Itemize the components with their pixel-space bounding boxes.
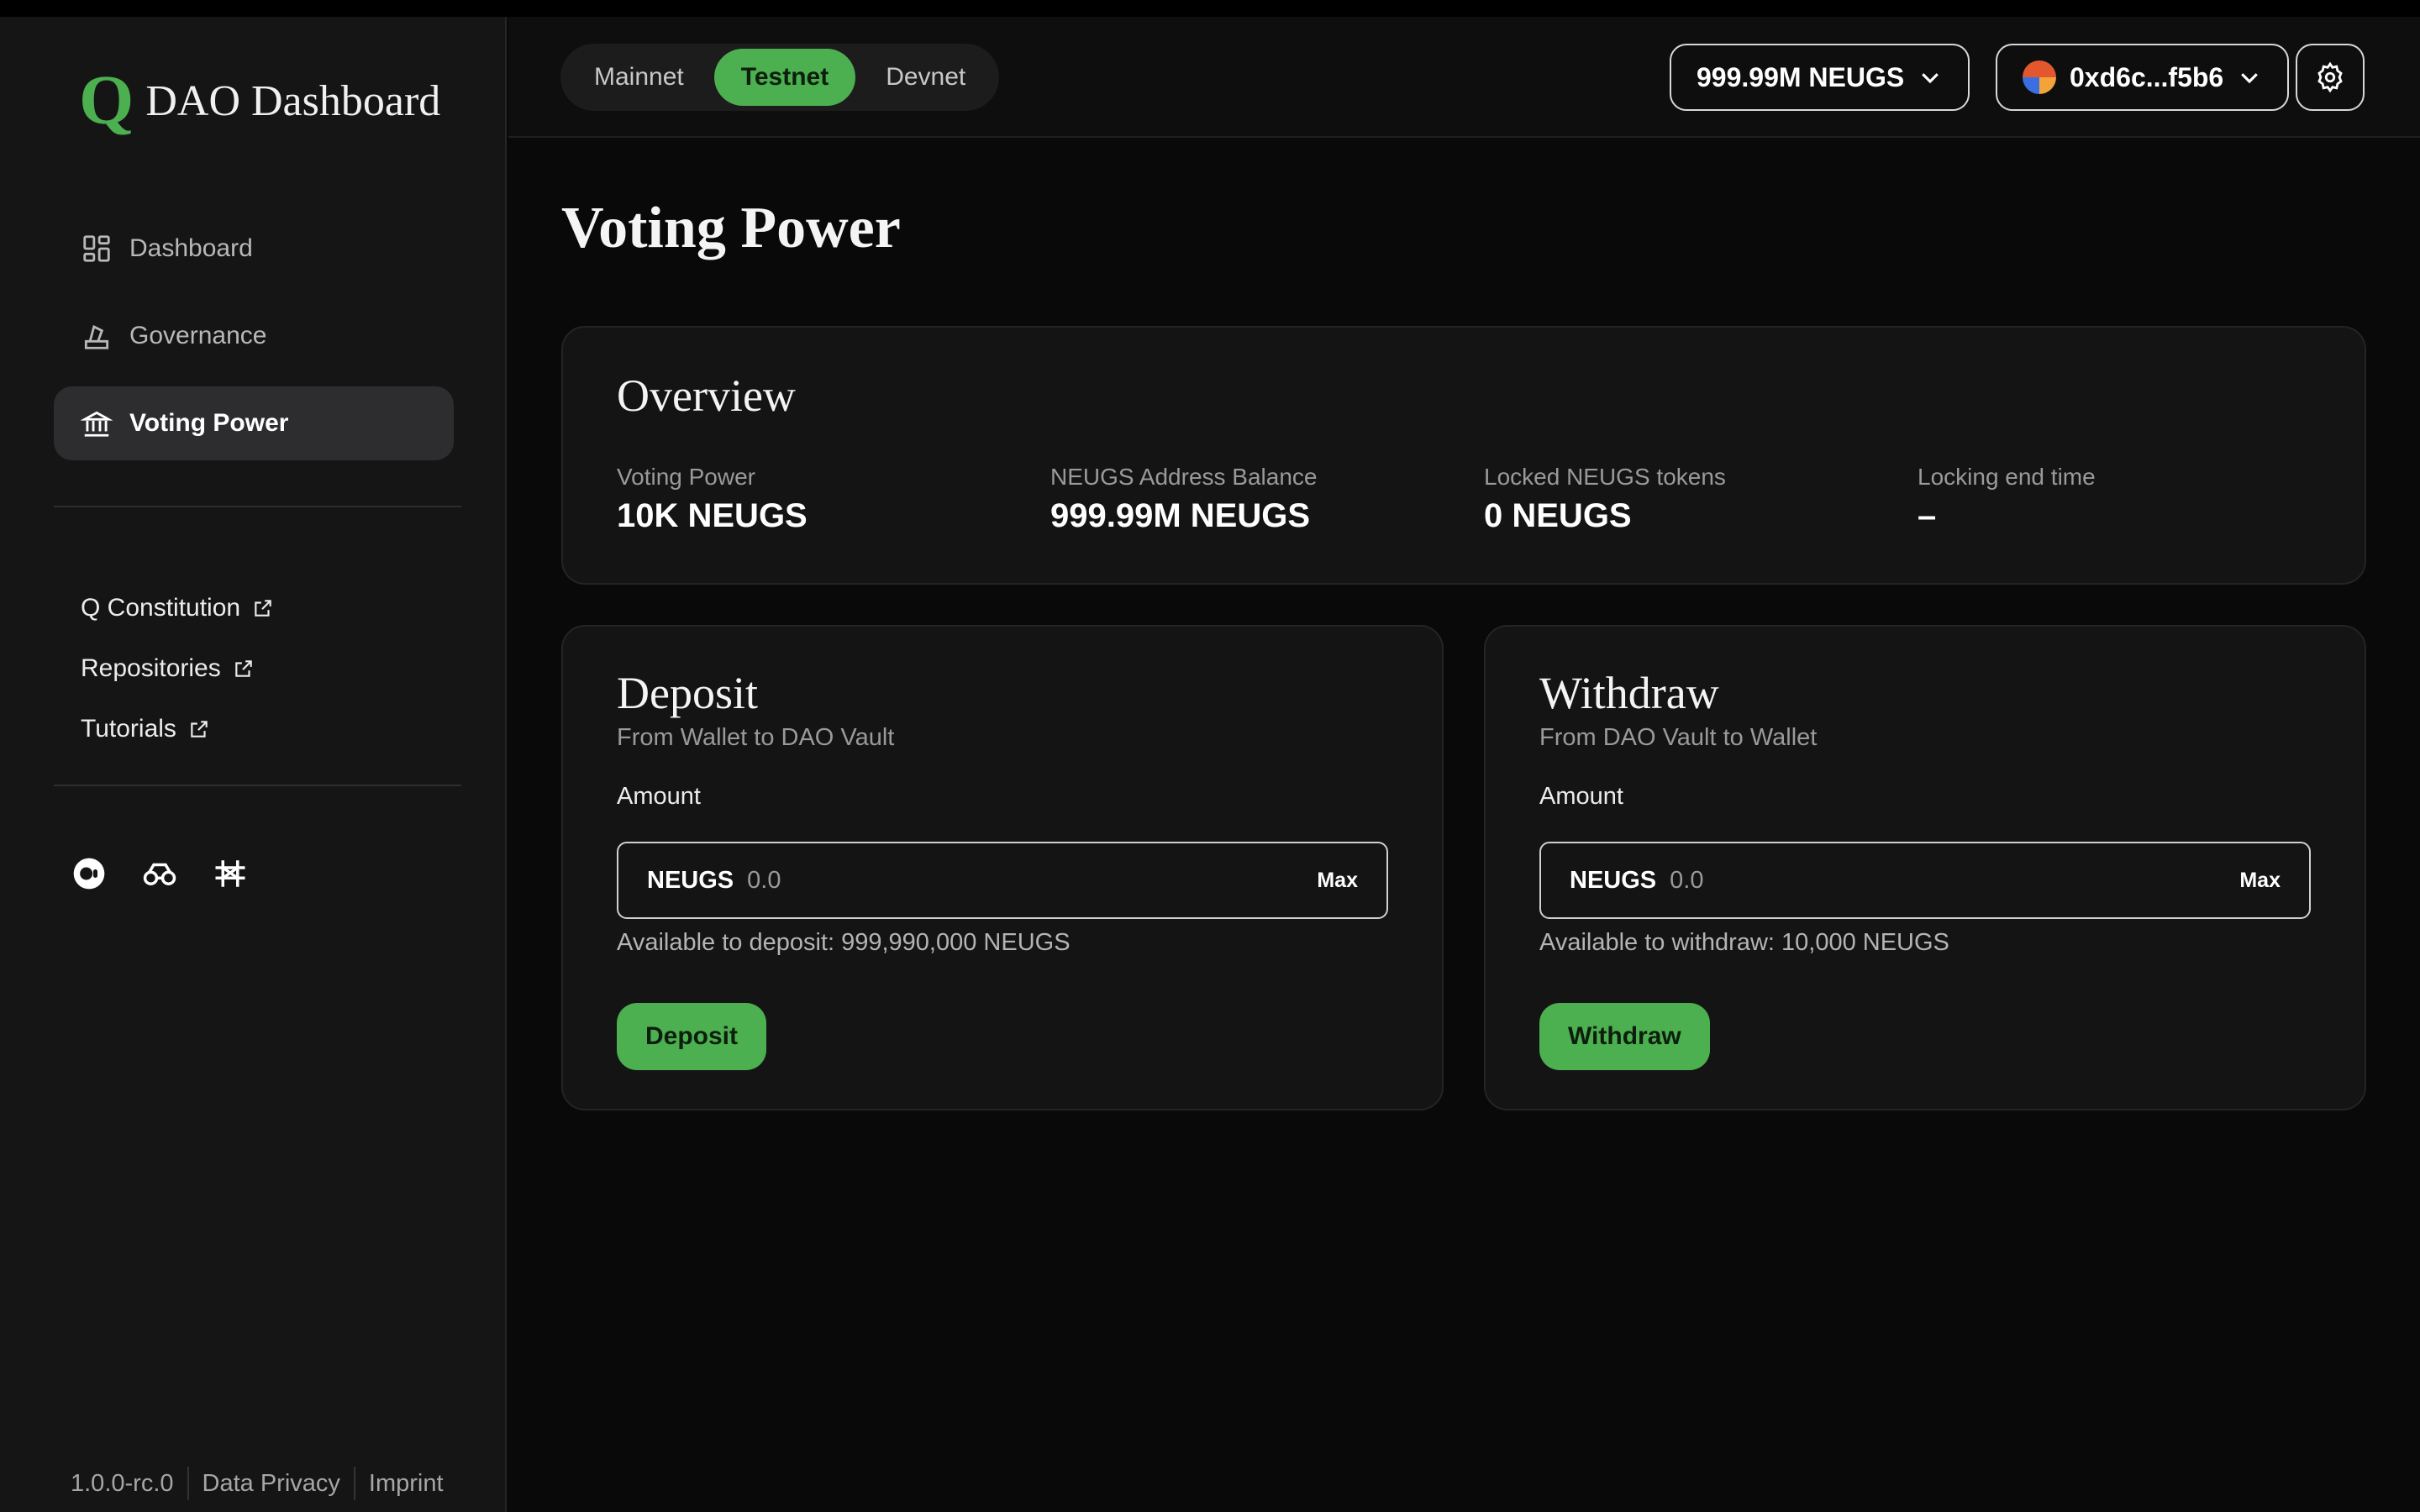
withdraw-amount-label: Amount <box>1539 783 1623 810</box>
stat-value: 999.99M NEUGS <box>1050 497 1311 534</box>
app-title: DAO Dashboard <box>145 76 441 125</box>
network-mainnet[interactable]: Mainnet <box>567 49 711 106</box>
social-links <box>71 855 249 892</box>
stat-label: Locked NEUGS tokens <box>1484 464 1726 490</box>
link-repositories[interactable]: Repositories <box>81 638 274 699</box>
balance-dropdown[interactable]: 999.99M NEUGS <box>1670 44 1970 111</box>
deposit-title: Deposit <box>617 668 758 718</box>
deposit-button[interactable]: Deposit <box>617 1003 767 1070</box>
stat-value: 10K NEUGS <box>617 497 808 534</box>
withdraw-unit: NEUGS <box>1570 866 1657 894</box>
sidebar-footer: 1.0.0-rc.0 Data Privacy Imprint <box>71 1467 444 1500</box>
imprint-link[interactable]: Imprint <box>369 1470 444 1498</box>
external-links: Q Constitution Repositories Tutorials <box>81 578 274 759</box>
explorer-binoculars-icon[interactable] <box>141 855 178 892</box>
deposit-available: Available to deposit: 999,990,000 NEUGS <box>617 929 1071 956</box>
withdraw-button[interactable]: Withdraw <box>1539 1003 1710 1070</box>
link-tutorials[interactable]: Tutorials <box>81 699 274 759</box>
external-link-icon <box>255 600 271 617</box>
top-header: Mainnet Testnet Devnet 999.99M NEUGS 0xd… <box>508 17 2420 138</box>
stat-locking-end-time: Locking end time – <box>1918 464 2096 535</box>
external-link-icon <box>191 721 208 738</box>
bank-icon <box>81 411 113 437</box>
deposit-unit: NEUGS <box>647 866 734 894</box>
deposit-max-button[interactable]: Max <box>1317 869 1358 893</box>
stat-label: Locking end time <box>1918 464 2096 490</box>
sidebar-item-label: Voting Power <box>129 409 289 437</box>
chevron-down-icon <box>2241 73 2259 84</box>
withdraw-available: Available to withdraw: 10,000 NEUGS <box>1539 929 1949 956</box>
account-address: 0xd6c...f5b6 <box>2070 61 2224 92</box>
link-label: Tutorials <box>81 715 176 743</box>
withdraw-subtitle: From DAO Vault to Wallet <box>1539 724 1818 751</box>
gear-icon <box>2317 61 2343 93</box>
link-label: Q Constitution <box>81 594 241 622</box>
divider <box>54 506 461 507</box>
sidebar: Q DAO Dashboard Dashboard Governance Vot… <box>0 17 507 1512</box>
stat-address-balance: NEUGS Address Balance 999.99M NEUGS <box>1050 464 1318 535</box>
version-label: 1.0.0-rc.0 <box>71 1469 174 1497</box>
link-label: Repositories <box>81 654 221 682</box>
deposit-amount-label: Amount <box>617 783 701 810</box>
app-logo[interactable]: Q DAO Dashboard <box>79 66 440 136</box>
withdraw-max-button[interactable]: Max <box>2239 869 2281 893</box>
external-link-icon <box>235 660 252 677</box>
medium-icon[interactable] <box>71 855 108 892</box>
withdraw-title: Withdraw <box>1539 668 1719 718</box>
stat-label: Voting Power <box>617 464 755 490</box>
ballot-icon <box>84 324 109 349</box>
deposit-amount-placeholder[interactable]: 0.0 <box>747 867 1317 895</box>
deposit-card: Deposit From Wallet to DAO Vault Amount … <box>561 625 1444 1110</box>
deposit-amount-input[interactable]: NEUGS 0.0 Max <box>617 842 1388 919</box>
network-switcher: Mainnet Testnet Devnet <box>560 44 1000 111</box>
withdraw-card: Withdraw From DAO Vault to Wallet Amount… <box>1484 625 2366 1110</box>
sidebar-item-governance[interactable]: Governance <box>54 299 454 373</box>
data-privacy-link[interactable]: Data Privacy <box>203 1470 340 1498</box>
overview-title: Overview <box>617 370 796 421</box>
network-devnet[interactable]: Devnet <box>859 49 992 106</box>
bridge-icon[interactable] <box>212 855 249 892</box>
stat-value: – <box>1918 497 1937 534</box>
q-logo-icon: Q <box>79 61 134 139</box>
account-dropdown[interactable]: 0xd6c...f5b6 <box>1996 44 2290 111</box>
dashboard-grid-icon <box>83 235 110 262</box>
sidebar-item-label: Dashboard <box>129 234 253 262</box>
chevron-down-icon <box>1922 73 1939 84</box>
sidebar-nav: Dashboard Governance Voting Power <box>54 212 454 474</box>
stat-locked-tokens: Locked NEUGS tokens 0 NEUGS <box>1484 464 1726 535</box>
overview-card: Overview Voting Power 10K NEUGS NEUGS Ad… <box>561 326 2366 585</box>
deposit-subtitle: From Wallet to DAO Vault <box>617 724 895 751</box>
sidebar-item-voting-power[interactable]: Voting Power <box>54 386 454 460</box>
withdraw-amount-input[interactable]: NEUGS 0.0 Max <box>1539 842 2311 919</box>
stat-value: 0 NEUGS <box>1484 497 1632 534</box>
sidebar-item-label: Governance <box>129 322 267 349</box>
network-testnet[interactable]: Testnet <box>713 49 856 106</box>
withdraw-amount-placeholder[interactable]: 0.0 <box>1670 867 2239 895</box>
sidebar-item-dashboard[interactable]: Dashboard <box>54 212 454 286</box>
avatar <box>2023 60 2056 94</box>
page-title: Voting Power <box>561 196 901 260</box>
settings-button[interactable] <box>2296 44 2365 111</box>
footer-divider <box>187 1467 189 1500</box>
link-q-constitution[interactable]: Q Constitution <box>81 578 274 638</box>
divider <box>54 785 461 786</box>
footer-divider <box>353 1467 355 1500</box>
stat-voting-power: Voting Power 10K NEUGS <box>617 464 808 535</box>
balance-value: 999.99M NEUGS <box>1697 61 1905 92</box>
stat-label: NEUGS Address Balance <box>1050 464 1318 490</box>
top-strip <box>0 0 2420 17</box>
